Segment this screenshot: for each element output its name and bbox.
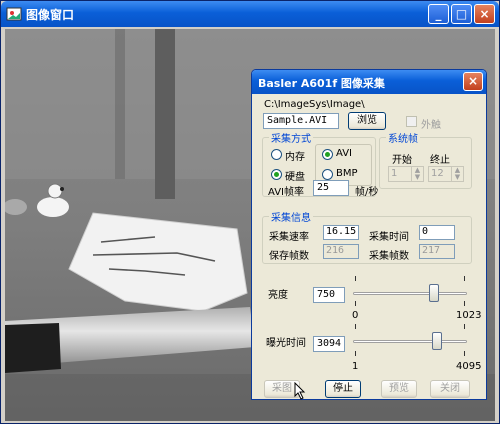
exposure-input[interactable]: 3094 [313, 336, 345, 352]
brightness-slider-track[interactable] [353, 292, 467, 295]
exposure-slider-thumb[interactable] [431, 332, 442, 350]
capture-time-label: 采集时间 [369, 232, 409, 243]
format-bmp-label: BMP [336, 168, 358, 179]
frame-start-label: 开始 [392, 155, 412, 166]
format-bmp-radio[interactable] [322, 169, 333, 180]
stop-button[interactable]: 停止 [325, 380, 361, 398]
exposure-tick-max-lower [464, 351, 465, 356]
format-avi-radio[interactable] [322, 149, 333, 160]
capture-info-caption: 采集信息 [269, 209, 313, 224]
capture-mode-caption: 采集方式 [269, 130, 313, 145]
capture-speed-value: 16.15 [323, 225, 359, 240]
avi-rate-input[interactable]: 25 [313, 180, 349, 196]
minimize-button[interactable]: _ [428, 4, 449, 24]
main-window: 图像窗口 _ □ × Basler A601f 图像采集 × C:\ImageS… [0, 0, 500, 424]
brightness-tick-min [355, 276, 356, 281]
brightness-tick-min-lower [355, 301, 356, 306]
storage-disk-label: 硬盘 [285, 172, 305, 183]
exposure-tick-min-lower [355, 351, 356, 356]
external-trigger-checkbox[interactable] [406, 116, 417, 127]
mouse-cursor-icon [294, 382, 306, 400]
frame-end-spinner[interactable]: 12 ▲ ▼ [428, 166, 464, 182]
storage-memory-label: 内存 [285, 152, 305, 163]
dialog-title: Basler A601f 图像采集 [258, 77, 385, 90]
browse-button[interactable]: 浏览 [348, 112, 386, 130]
exposure-max: 4095 [456, 361, 482, 372]
storage-disk-radio[interactable] [271, 169, 282, 180]
capture-dialog: Basler A601f 图像采集 × C:\ImageSys\Image\ S… [251, 69, 487, 400]
external-trigger-label: 外触 [421, 120, 441, 131]
frame-start-value: 1 [391, 168, 398, 179]
exposure-label: 曝光时间 [266, 338, 306, 349]
brightness-max: 1023 [456, 310, 482, 321]
brightness-label: 亮度 [268, 290, 288, 301]
brightness-input[interactable]: 750 [313, 287, 345, 303]
frame-end-value: 12 [431, 168, 444, 179]
brightness-slider-thumb[interactable] [429, 284, 440, 302]
capture-speed-label: 采集速率 [269, 232, 309, 243]
brightness-min: 0 [352, 310, 359, 321]
save-path: C:\ImageSys\Image\ [264, 99, 365, 110]
frame-end-label: 终止 [430, 155, 450, 166]
preview-button[interactable]: 预览 [381, 380, 417, 398]
format-avi-label: AVI [336, 148, 352, 159]
brightness-tick-max-lower [464, 301, 465, 306]
dialog-close-button[interactable]: × [463, 72, 483, 91]
avi-rate-unit: 帧/秒 [355, 187, 379, 198]
storage-memory-radio[interactable] [271, 149, 282, 160]
system-frames-caption: 系统帧 [386, 130, 420, 145]
frame-start-spinner[interactable]: 1 ▲ ▼ [388, 166, 424, 182]
exposure-slider-track[interactable] [353, 340, 467, 343]
filename-input[interactable]: Sample.AVI [263, 113, 339, 129]
captured-frames-value: 217 [419, 244, 455, 259]
exposure-min: 1 [352, 361, 359, 372]
spinner-arrows-icon: ▲ ▼ [451, 167, 463, 181]
dialog-title-bar[interactable]: Basler A601f 图像采集 × [252, 70, 486, 94]
capture-time-value: 0 [419, 225, 455, 240]
saved-frames-label: 保存帧数 [269, 251, 309, 262]
capture-info-group: 采集信息 采集速率 16.15 采集时间 0 保存帧数 216 采集帧数 217 [262, 209, 472, 264]
close-button[interactable]: × [474, 4, 495, 24]
exposure-tick-max [464, 324, 465, 329]
system-frames-group: 系统帧 开始 终止 1 ▲ ▼ 12 ▲ ▼ [379, 130, 472, 189]
app-icon [6, 7, 22, 21]
spinner-arrows-icon: ▲ ▼ [411, 167, 423, 181]
brightness-tick-max [464, 276, 465, 281]
maximize-button[interactable]: □ [451, 4, 472, 24]
main-title-bar[interactable]: 图像窗口 _ □ × [1, 1, 499, 27]
main-window-title: 图像窗口 [26, 8, 75, 22]
close-dialog-button[interactable]: 关闭 [430, 380, 470, 398]
captured-frames-label: 采集帧数 [369, 251, 409, 262]
avi-rate-label: AVI帧率 [268, 187, 304, 198]
saved-frames-value: 216 [323, 244, 359, 259]
exposure-tick-min [355, 324, 356, 329]
